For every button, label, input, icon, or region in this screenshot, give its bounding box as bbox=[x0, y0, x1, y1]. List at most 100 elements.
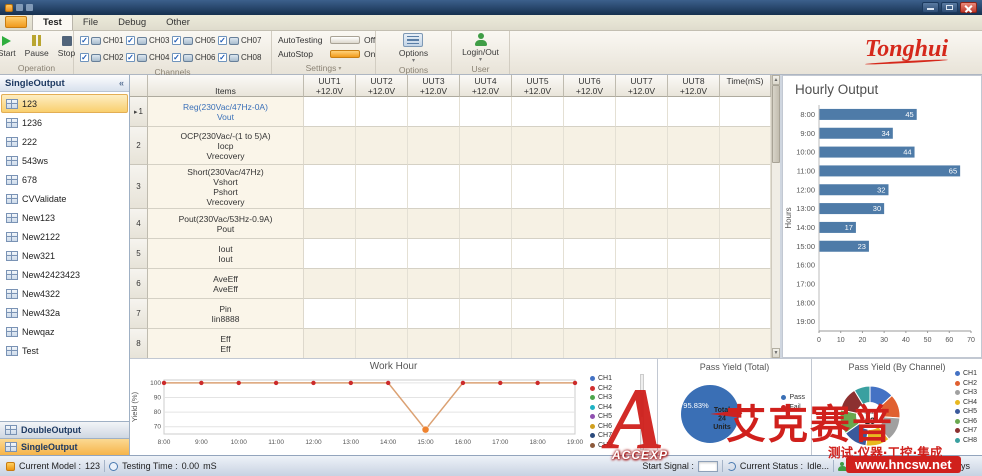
time-cell[interactable] bbox=[720, 127, 771, 165]
header-uut2[interactable]: UUT2+12.0V bbox=[356, 75, 408, 97]
row-expander-icon[interactable]: ▸ bbox=[134, 108, 138, 116]
header-uut5[interactable]: UUT5+12.0V bbox=[512, 75, 564, 97]
sidebar-item-222[interactable]: 222 bbox=[1, 132, 128, 151]
channel-ch01[interactable]: ✓CH01 bbox=[80, 33, 126, 48]
table-row[interactable]: 4Pout(230Vac/53Hz-0.9A)Pout bbox=[130, 209, 780, 239]
uut-cell[interactable] bbox=[616, 329, 668, 358]
sidebar-item-test[interactable]: Test bbox=[1, 341, 128, 360]
uut-cell[interactable] bbox=[460, 269, 512, 299]
header-uut3[interactable]: UUT3+12.0V bbox=[408, 75, 460, 97]
uut-cell[interactable] bbox=[408, 239, 460, 269]
uut-cell[interactable] bbox=[512, 269, 564, 299]
checkbox-checked-icon[interactable]: ✓ bbox=[218, 53, 227, 62]
uut-cell[interactable] bbox=[304, 269, 356, 299]
uut-cell[interactable] bbox=[512, 299, 564, 329]
row-items-cell[interactable]: OCP(230Vac/-(1 to 5)A)IocpVrecovery bbox=[148, 127, 304, 165]
channel-ch08[interactable]: ✓CH08 bbox=[218, 50, 264, 65]
uut-cell[interactable] bbox=[408, 269, 460, 299]
sidebar-item-new321[interactable]: New321 bbox=[1, 246, 128, 265]
uut-cell[interactable] bbox=[408, 299, 460, 329]
uut-cell[interactable] bbox=[668, 299, 720, 329]
uut-cell[interactable] bbox=[668, 209, 720, 239]
app-menu-button[interactable] bbox=[5, 16, 27, 28]
tab-debug[interactable]: Debug bbox=[108, 15, 156, 30]
uut-cell[interactable] bbox=[564, 269, 616, 299]
uut-cell[interactable] bbox=[356, 299, 408, 329]
row-items-cell[interactable]: Reg(230Vac/47Hz-0A)Vout bbox=[148, 97, 304, 127]
uut-cell[interactable] bbox=[668, 165, 720, 209]
uut-cell[interactable] bbox=[304, 127, 356, 165]
sidebar-item-1236[interactable]: 1236 bbox=[1, 113, 128, 132]
options-button[interactable]: Options ▾ bbox=[399, 33, 428, 63]
table-row[interactable]: 6AveEffAveEff bbox=[130, 269, 780, 299]
channel-ch07[interactable]: ✓CH07 bbox=[218, 33, 264, 48]
table-row[interactable]: 8EffEff bbox=[130, 329, 780, 358]
scrollbar-thumb[interactable] bbox=[772, 85, 780, 163]
uut-cell[interactable] bbox=[564, 127, 616, 165]
uut-cell[interactable] bbox=[616, 127, 668, 165]
uut-cell[interactable] bbox=[356, 329, 408, 358]
channel-ch02[interactable]: ✓CH02 bbox=[80, 50, 126, 65]
time-cell[interactable] bbox=[720, 97, 771, 127]
uut-cell[interactable] bbox=[564, 209, 616, 239]
checkbox-checked-icon[interactable]: ✓ bbox=[126, 36, 135, 45]
time-cell[interactable] bbox=[720, 209, 771, 239]
collapse-icon[interactable]: « bbox=[119, 78, 124, 88]
uut-cell[interactable] bbox=[460, 329, 512, 358]
maximize-button[interactable] bbox=[941, 2, 958, 13]
table-row[interactable]: 2OCP(230Vac/-(1 to 5)A)IocpVrecovery bbox=[130, 127, 780, 165]
start-button[interactable]: Start bbox=[0, 36, 16, 58]
uut-cell[interactable] bbox=[356, 97, 408, 127]
uut-cell[interactable] bbox=[668, 239, 720, 269]
stop-button[interactable]: Stop bbox=[58, 36, 76, 58]
nav-button-singleoutput[interactable]: SingleOutput bbox=[0, 438, 129, 455]
nav-button-doubleoutput[interactable]: DoubleOutput bbox=[0, 421, 129, 438]
row-items-cell[interactable]: Short(230Vac/47Hz)VshortPshortVrecovery bbox=[148, 165, 304, 209]
uut-cell[interactable] bbox=[512, 127, 564, 165]
uut-cell[interactable] bbox=[668, 329, 720, 358]
uut-cell[interactable] bbox=[668, 127, 720, 165]
uut-cell[interactable] bbox=[408, 97, 460, 127]
uut-cell[interactable] bbox=[408, 127, 460, 165]
checkbox-checked-icon[interactable]: ✓ bbox=[172, 53, 181, 62]
checkbox-checked-icon[interactable]: ✓ bbox=[80, 53, 89, 62]
uut-cell[interactable] bbox=[512, 239, 564, 269]
legend-scrollbar[interactable] bbox=[640, 374, 644, 450]
row-items-cell[interactable]: IoutIout bbox=[148, 239, 304, 269]
checkbox-checked-icon[interactable]: ✓ bbox=[172, 36, 181, 45]
group-label-options[interactable]: Options bbox=[376, 65, 451, 75]
uut-cell[interactable] bbox=[408, 329, 460, 358]
uut-cell[interactable] bbox=[356, 209, 408, 239]
sidebar-item-new2122[interactable]: New2122 bbox=[1, 227, 128, 246]
row-items-cell[interactable]: PinIin8888 bbox=[148, 299, 304, 329]
channel-ch04[interactable]: ✓CH04 bbox=[126, 50, 172, 65]
uut-cell[interactable] bbox=[616, 269, 668, 299]
uut-cell[interactable] bbox=[304, 329, 356, 358]
auto-testing-toggle[interactable] bbox=[330, 36, 360, 44]
uut-cell[interactable] bbox=[460, 127, 512, 165]
scroll-down-icon[interactable]: ▼ bbox=[772, 348, 780, 358]
channel-ch05[interactable]: ✓CH05 bbox=[172, 33, 218, 48]
table-row[interactable]: ▸1Reg(230Vac/47Hz-0A)Vout bbox=[130, 97, 780, 127]
uut-cell[interactable] bbox=[460, 97, 512, 127]
sidebar-item-123[interactable]: 123 bbox=[1, 94, 128, 113]
sidebar-item-new4322[interactable]: New4322 bbox=[1, 284, 128, 303]
time-cell[interactable] bbox=[720, 269, 771, 299]
sidebar-item-543ws[interactable]: 543ws bbox=[1, 151, 128, 170]
uut-cell[interactable] bbox=[616, 165, 668, 209]
uut-cell[interactable] bbox=[512, 209, 564, 239]
login-out-button[interactable]: Login/Out ▾ bbox=[462, 33, 499, 62]
sidebar-item-new432a[interactable]: New432a bbox=[1, 303, 128, 322]
channel-ch06[interactable]: ✓CH06 bbox=[172, 50, 218, 65]
table-row[interactable]: 7PinIin8888 bbox=[130, 299, 780, 329]
vertical-scrollbar[interactable]: ▲ ▼ bbox=[771, 75, 780, 358]
uut-cell[interactable] bbox=[616, 299, 668, 329]
uut-cell[interactable] bbox=[304, 209, 356, 239]
header-uut7[interactable]: UUT7+12.0V bbox=[616, 75, 668, 97]
close-button[interactable] bbox=[960, 2, 977, 13]
uut-cell[interactable] bbox=[564, 97, 616, 127]
time-cell[interactable] bbox=[720, 329, 771, 358]
tab-test[interactable]: Test bbox=[32, 14, 73, 30]
sidebar-header[interactable]: SingleOutput « bbox=[0, 75, 129, 92]
uut-cell[interactable] bbox=[616, 97, 668, 127]
